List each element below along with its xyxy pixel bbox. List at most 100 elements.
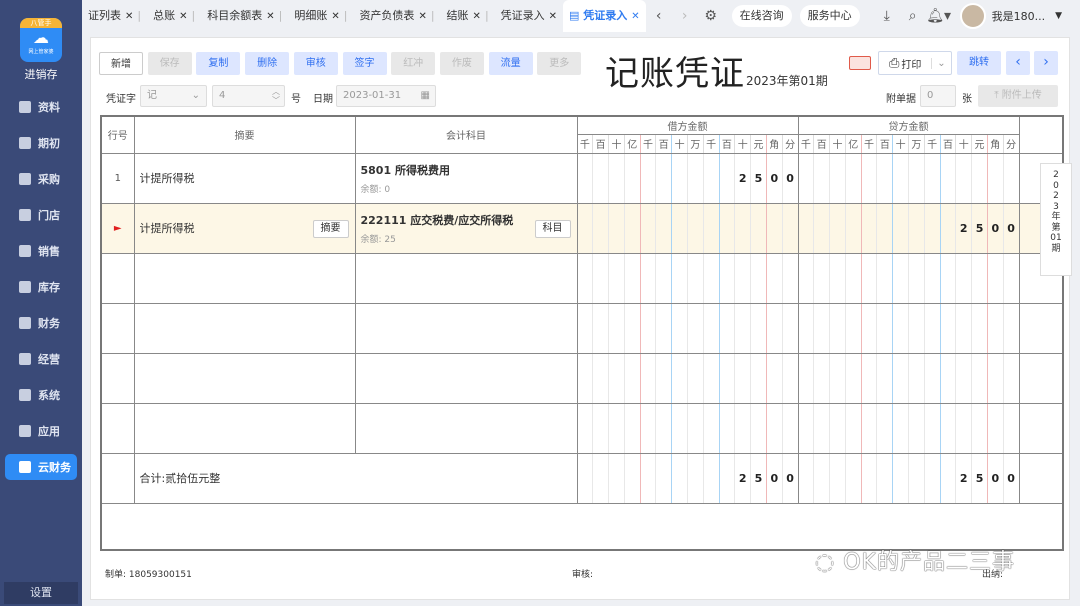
- user-name[interactable]: 我是180...: [992, 8, 1046, 24]
- debit-digit-cell[interactable]: [718, 352, 736, 404]
- debit-digit-cell[interactable]: [686, 452, 704, 504]
- credit-digit-cell[interactable]: 0: [1002, 202, 1020, 254]
- debit-digit-cell[interactable]: [623, 152, 641, 204]
- debit-digit-cell[interactable]: [765, 402, 783, 454]
- sidebar-item-8[interactable]: 系统: [5, 382, 77, 408]
- prev-voucher-button[interactable]: ‹: [1006, 51, 1030, 75]
- debit-digit-cell[interactable]: [639, 202, 657, 254]
- chevron-down-icon[interactable]: ▼: [1055, 11, 1062, 21]
- debit-digit-cell[interactable]: [781, 302, 799, 354]
- debit-digit-cell[interactable]: [718, 402, 736, 454]
- close-icon[interactable]: ✕: [125, 11, 133, 22]
- credit-digit-cell[interactable]: [955, 152, 973, 204]
- debit-digit-cell[interactable]: [576, 402, 594, 454]
- close-icon[interactable]: ✕: [331, 11, 339, 22]
- service-center-button[interactable]: 服务中心: [799, 5, 860, 27]
- credit-digit-cell[interactable]: [892, 402, 909, 454]
- credit-digit-cell[interactable]: [892, 202, 909, 254]
- credit-digit-cell[interactable]: [908, 302, 925, 354]
- debit-digit-cell[interactable]: [671, 302, 688, 354]
- summary-cell[interactable]: [133, 402, 356, 454]
- close-icon[interactable]: ✕: [418, 11, 426, 22]
- debit-digit-cell[interactable]: [592, 252, 610, 304]
- credit-digit-cell[interactable]: [955, 402, 973, 454]
- credit-digit-cell[interactable]: 2: [955, 202, 973, 254]
- debit-digit-cell[interactable]: [750, 202, 767, 254]
- debit-digit-cell[interactable]: [655, 402, 673, 454]
- debit-digit-cell[interactable]: [639, 152, 657, 204]
- debit-digit-cell[interactable]: [655, 152, 673, 204]
- debit-digit-cell[interactable]: [623, 302, 641, 354]
- debit-digit-cell[interactable]: [623, 402, 641, 454]
- credit-digit-cell[interactable]: [813, 252, 831, 304]
- credit-digit-cell[interactable]: [986, 402, 1004, 454]
- search-icon[interactable]: ⌕: [900, 8, 926, 24]
- credit-digit-cell[interactable]: 5: [971, 202, 988, 254]
- credit-digit-cell[interactable]: [797, 152, 815, 204]
- summary-cell[interactable]: [133, 352, 356, 404]
- credit-digit-cell[interactable]: [860, 252, 878, 304]
- debit-digit-cell[interactable]: [576, 302, 594, 354]
- credit-digit-cell[interactable]: [844, 302, 862, 354]
- debit-digit-cell[interactable]: [608, 202, 625, 254]
- tab-0[interactable]: 证列表 ✕ |: [82, 0, 147, 32]
- debit-digit-cell[interactable]: [718, 252, 736, 304]
- toolbar-button-1[interactable]: 保存: [147, 52, 192, 75]
- debit-digit-cell[interactable]: [592, 402, 610, 454]
- sidebar-item-5[interactable]: 库存: [5, 274, 77, 300]
- credit-digit-cell[interactable]: [892, 302, 909, 354]
- credit-digit-cell[interactable]: [939, 452, 957, 504]
- period-side-tab[interactable]: 2 0 2 3 年第 01 期: [1040, 163, 1072, 276]
- credit-digit-cell[interactable]: [797, 252, 815, 304]
- account-cell[interactable]: [354, 352, 578, 404]
- debit-digit-cell[interactable]: [655, 202, 673, 254]
- credit-digit-cell[interactable]: [876, 302, 894, 354]
- account-cell[interactable]: 222111 应交税费/应交所得税 余额: 25 科目: [354, 202, 578, 254]
- debit-digit-cell[interactable]: [734, 252, 752, 304]
- debit-digit-cell[interactable]: [750, 252, 767, 304]
- debit-digit-cell[interactable]: [734, 402, 752, 454]
- debit-digit-cell[interactable]: [686, 352, 704, 404]
- credit-digit-cell[interactable]: [986, 302, 1004, 354]
- tab-prev-icon[interactable]: ‹: [646, 8, 672, 24]
- next-voucher-button[interactable]: ›: [1034, 51, 1058, 75]
- credit-digit-cell[interactable]: [955, 352, 973, 404]
- debit-digit-cell[interactable]: [576, 202, 594, 254]
- debit-digit-cell[interactable]: [750, 402, 767, 454]
- credit-digit-cell[interactable]: [971, 302, 988, 354]
- sidebar-item-9[interactable]: 应用: [5, 418, 77, 444]
- debit-digit-cell[interactable]: [781, 402, 799, 454]
- credit-digit-cell[interactable]: [813, 452, 831, 504]
- debit-digit-cell[interactable]: [608, 352, 625, 404]
- credit-digit-cell[interactable]: [923, 202, 941, 254]
- credit-digit-cell[interactable]: [939, 202, 957, 254]
- debit-digit-cell[interactable]: [702, 352, 720, 404]
- credit-digit-cell[interactable]: [971, 352, 988, 404]
- debit-digit-cell[interactable]: [592, 452, 610, 504]
- credit-digit-cell[interactable]: [844, 152, 862, 204]
- account-cell[interactable]: [354, 252, 578, 304]
- debit-digit-cell[interactable]: [592, 202, 610, 254]
- sidebar-item-0[interactable]: 资料: [5, 94, 77, 120]
- debit-digit-cell[interactable]: 0: [781, 152, 799, 204]
- table-row[interactable]: [100, 402, 1064, 454]
- debit-digit-cell[interactable]: [702, 202, 720, 254]
- debit-digit-cell[interactable]: [686, 252, 704, 304]
- debit-digit-cell[interactable]: [592, 152, 610, 204]
- keyboard-icon[interactable]: [849, 56, 871, 70]
- gear-icon[interactable]: ⚙: [698, 8, 724, 24]
- chevron-down-icon[interactable]: ⌄: [931, 57, 951, 69]
- credit-digit-cell[interactable]: [939, 402, 957, 454]
- toolbar-button-7[interactable]: 作废: [439, 52, 484, 75]
- print-button[interactable]: ⎙ 打印 ⌄: [878, 51, 952, 75]
- credit-digit-cell[interactable]: [860, 452, 878, 504]
- debit-digit-cell[interactable]: [718, 202, 736, 254]
- account-cell[interactable]: [354, 402, 578, 454]
- close-icon[interactable]: ✕: [266, 11, 274, 22]
- debit-digit-cell[interactable]: 5: [750, 152, 767, 204]
- debit-digit-cell[interactable]: 5: [750, 452, 767, 504]
- table-row[interactable]: ► 计提所得税 摘要 222111 应交税费/应交所得税 余额: 25 科目 2 5 0 0: [100, 202, 1064, 254]
- credit-digit-cell[interactable]: [876, 402, 894, 454]
- toolbar-button-8[interactable]: 流量: [488, 52, 533, 75]
- credit-digit-cell[interactable]: [939, 152, 957, 204]
